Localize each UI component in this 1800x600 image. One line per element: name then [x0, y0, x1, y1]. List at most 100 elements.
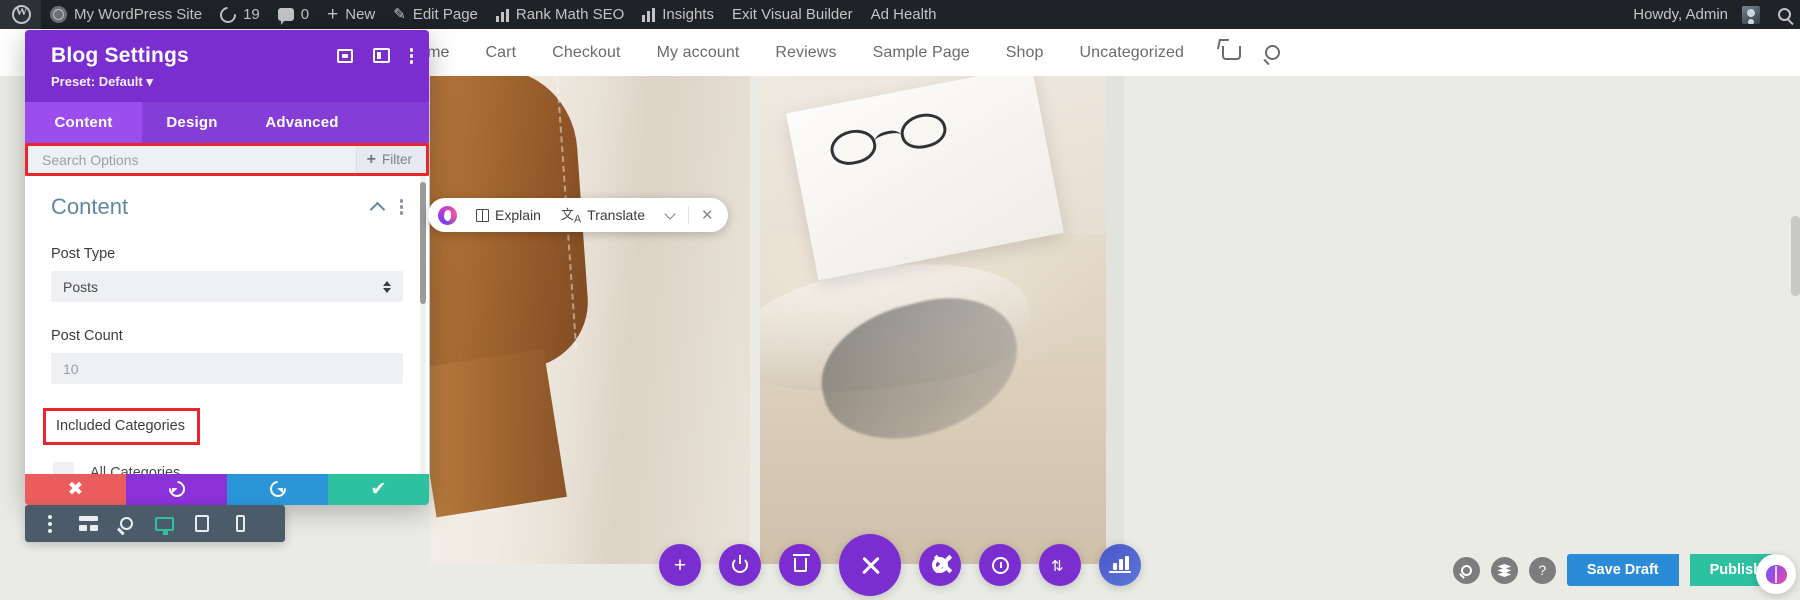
exit-visual-builder-label: Exit Visual Builder [731, 6, 853, 23]
nav-item-cart[interactable]: Cart [468, 44, 535, 62]
blog-post-image-left [430, 76, 750, 564]
zoom-out-view-button[interactable] [107, 505, 145, 542]
more-options-icon [48, 514, 52, 533]
nav-item-sample-page[interactable]: Sample Page [855, 44, 988, 62]
nav-item-shop[interactable]: Shop [988, 44, 1062, 62]
trash-icon [792, 554, 810, 572]
undo-button[interactable] [126, 473, 227, 505]
ai-brain-icon [1765, 564, 1787, 584]
post-count-input[interactable]: 10 [51, 353, 403, 384]
undo-icon [165, 478, 188, 501]
chevron-up-icon[interactable] [369, 201, 385, 217]
add-module-button[interactable]: + [659, 544, 701, 586]
category-row-all[interactable]: All Categories [53, 462, 403, 474]
search-options-input[interactable] [28, 146, 356, 173]
panel-layout-icon[interactable] [372, 48, 390, 64]
panel-preset-selector[interactable]: Preset: Default ▾ [51, 74, 411, 90]
builder-search-button[interactable] [1452, 556, 1480, 584]
redo-icon [266, 478, 289, 501]
tab-advanced[interactable]: Advanced [242, 102, 362, 143]
nav-item-checkout[interactable]: Checkout [534, 44, 638, 62]
ai-assistant-logo [438, 205, 457, 225]
wp-admin-bar: My WordPress Site 19 0 + New ✎ Edit Page… [0, 0, 1800, 29]
silk-shape [807, 281, 1033, 457]
close-builder-button[interactable] [839, 534, 901, 596]
settings-button[interactable] [919, 544, 961, 586]
stats-button[interactable] [1099, 544, 1141, 586]
builder-help-button[interactable]: ? [1528, 556, 1556, 584]
page-scrollbar[interactable] [1791, 216, 1800, 296]
tab-content[interactable]: Content [25, 102, 142, 143]
translate-icon: 文A [560, 207, 582, 226]
search-icon[interactable] [1265, 45, 1280, 60]
admin-search-button[interactable] [1769, 0, 1800, 29]
builder-more-options-button[interactable] [31, 505, 69, 542]
post-count-value: 10 [63, 360, 79, 377]
delete-button[interactable] [779, 544, 821, 586]
filter-button[interactable]: + Filter [355, 146, 426, 173]
wireframe-view-button[interactable] [69, 505, 107, 542]
nav-item-reviews[interactable]: Reviews [757, 44, 854, 62]
zoom-out-view-icon [119, 517, 133, 530]
howdy-account-menu[interactable]: Howdy, Admin [1624, 0, 1769, 29]
edit-page-button[interactable]: ✎ Edit Page [384, 0, 487, 29]
toggle-builder-button[interactable] [719, 544, 761, 586]
insights-menu[interactable]: Insights [633, 0, 723, 29]
builder-layers-button[interactable] [1490, 556, 1518, 584]
history-button[interactable] [979, 544, 1021, 586]
builder-mini-toolbar [25, 505, 285, 542]
translate-button[interactable]: 文A Translate [552, 200, 654, 230]
chart-icon [1109, 556, 1131, 573]
close-x-icon [860, 555, 880, 575]
more-options-icon[interactable] [409, 48, 413, 64]
save-button[interactable]: ✔ [328, 473, 429, 505]
rank-math-seo-menu[interactable]: Rank Math SEO [487, 0, 633, 29]
phone-view-button[interactable] [221, 505, 259, 542]
checkmark-icon: ✔ [370, 478, 387, 500]
user-avatar [1742, 5, 1760, 24]
post-type-value: Posts [63, 278, 99, 295]
nav-item-uncategorized[interactable]: Uncategorized [1062, 44, 1202, 62]
rank-math-label: Rank Math SEO [515, 6, 625, 23]
updates-menu[interactable]: 19 [211, 0, 269, 29]
comments-menu[interactable]: 0 [269, 0, 318, 29]
panel-scrollbar[interactable] [420, 182, 426, 304]
translate-label: Translate [587, 207, 646, 223]
new-content-menu[interactable]: + New [318, 0, 384, 29]
panel-search-row-highlighted: + Filter [25, 143, 429, 176]
search-icon [1778, 8, 1791, 21]
panel-tabs: Content Design Advanced [25, 102, 429, 143]
chevron-down-icon[interactable] [664, 207, 676, 220]
plus-icon: + [327, 4, 339, 25]
panel-header: Blog Settings Preset: Default ▾ [25, 30, 429, 102]
explain-button[interactable]: Explain [467, 203, 550, 227]
ai-assistant-toolbar: Explain 文A Translate ✕ [428, 198, 728, 232]
close-icon[interactable]: ✕ [691, 206, 724, 224]
tablet-view-button[interactable] [183, 505, 221, 542]
nav-item-my-account[interactable]: My account [639, 44, 758, 62]
power-icon [732, 555, 748, 573]
sort-button[interactable]: ⇅ [1039, 544, 1081, 586]
tab-design[interactable]: Design [142, 102, 242, 143]
ad-health-menu[interactable]: Ad Health [862, 0, 946, 29]
post-type-select[interactable]: Posts [51, 271, 403, 302]
site-name-menu[interactable]: My WordPress Site [41, 0, 211, 29]
wireframe-view-icon [78, 516, 98, 531]
discard-button[interactable]: ✖ [25, 473, 126, 505]
tablet-view-icon [195, 515, 209, 532]
desktop-view-button[interactable] [145, 505, 183, 542]
shopping-cart-icon[interactable] [1222, 45, 1241, 60]
ai-brain-button[interactable] [1756, 554, 1796, 594]
focus-module-icon[interactable] [336, 48, 353, 63]
checkbox-all-categories[interactable] [53, 462, 74, 474]
redo-button[interactable] [227, 473, 328, 505]
save-draft-button[interactable]: Save Draft [1566, 554, 1679, 586]
exit-visual-builder-button[interactable]: Exit Visual Builder [723, 0, 862, 29]
search-icon [1460, 564, 1472, 576]
layers-icon [1497, 564, 1512, 577]
included-categories-label: Included Categories [56, 418, 185, 434]
site-dashboard-icon [50, 6, 67, 23]
site-name-label: My WordPress Site [74, 6, 203, 23]
more-options-icon[interactable] [399, 199, 403, 215]
wordpress-logo-button[interactable] [0, 0, 41, 29]
